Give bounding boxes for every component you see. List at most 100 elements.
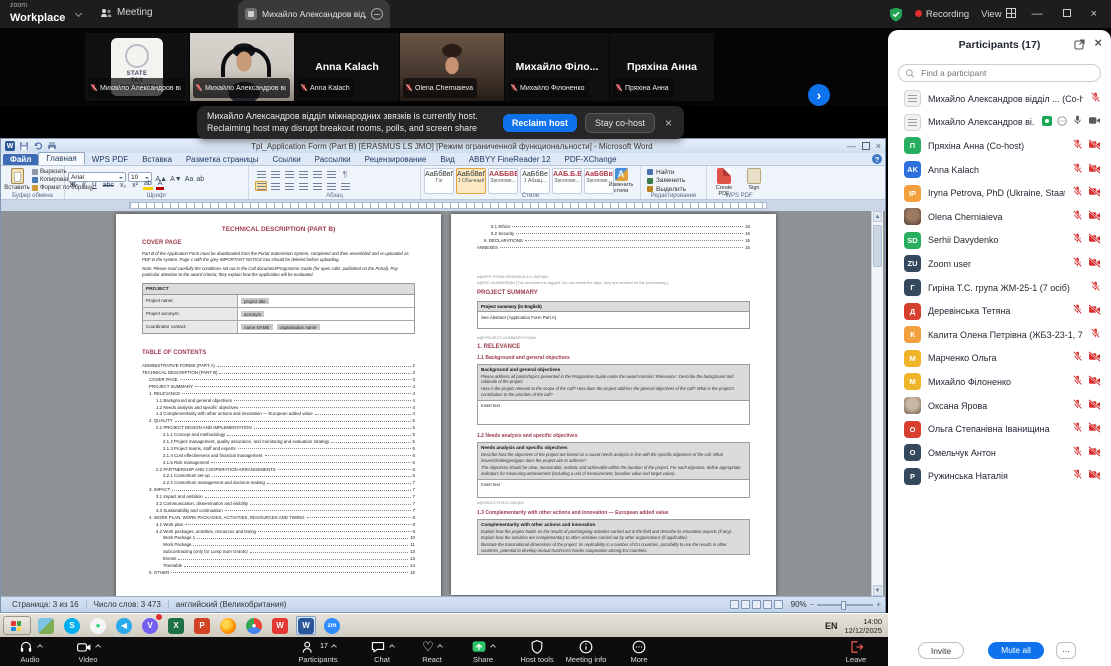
vertical-scrollbar[interactable]: ▲ ▼ (871, 211, 883, 596)
ribbon-tab-wps-pdf[interactable]: WPS PDF (85, 154, 135, 165)
zoom-percent[interactable]: 90% (791, 600, 807, 609)
participant-row[interactable]: ММихайло Філоненко (888, 370, 1111, 394)
taskbar-wps[interactable]: W (270, 616, 290, 635)
zoom-in-button[interactable]: + (876, 600, 881, 609)
participant-row[interactable]: ГГиріна Т.С. група ЖМ-25-1 (7 осіб) (888, 276, 1111, 300)
chevron-up-icon[interactable] (95, 644, 101, 650)
participants-button[interactable]: 17Participants (286, 639, 350, 664)
font-tool-icon[interactable]: Ж (68, 182, 77, 189)
banner-close-icon[interactable]: × (663, 116, 674, 130)
view-full-screen-button[interactable] (741, 600, 750, 609)
video-tile[interactable]: Olena Cherniaieva (400, 33, 504, 101)
numbering-icon[interactable] (269, 169, 281, 179)
video-tile[interactable]: Михайло Александров відділ мі... (190, 33, 294, 101)
scroll-up-icon[interactable]: ▲ (873, 211, 882, 222)
minus-circle-icon[interactable] (371, 8, 383, 20)
video-tile[interactable]: Пряхіна АннаПряхіна Анна (610, 33, 714, 101)
page-left[interactable]: TECHNICAL DESCRIPTION (PART B) COVER PAG… (116, 214, 441, 596)
ribbon-tab-file[interactable]: Файл (3, 154, 38, 165)
ribbon-tab-view[interactable]: Вид (433, 154, 461, 165)
participant-row[interactable]: ККалита Олена Петрівна (ЖБЗ-23-1, 7 осіб… (888, 323, 1111, 347)
chevron-up-icon[interactable] (389, 644, 395, 650)
print-icon[interactable] (47, 141, 57, 151)
ribbon-tab-home[interactable]: Главная (38, 152, 84, 165)
zoom-slider-thumb[interactable] (841, 601, 846, 610)
taskbar-word[interactable]: W (296, 616, 316, 635)
mute-all-button[interactable]: Mute all (988, 642, 1044, 659)
font-tool-icon[interactable]: x² (131, 182, 140, 189)
font-tool-icon[interactable]: Ч (90, 182, 98, 189)
pop-out-icon[interactable] (1074, 39, 1085, 50)
ribbon-tab-insert[interactable]: Вставка (135, 154, 179, 165)
paste-button[interactable]: Вставить (4, 168, 30, 191)
editing-item[interactable]: Заменить (647, 177, 686, 186)
ribbon-tab-page-layout[interactable]: Разметка страницы (179, 154, 266, 165)
participant-row[interactable]: SDSerhii Davydenko (888, 229, 1111, 253)
field-value[interactable]: organisation name (277, 324, 320, 330)
style-gallery-item[interactable]: ААБ.Б.ВЕЗаголово... (552, 168, 582, 194)
chevron-down-icon[interactable] (75, 10, 82, 17)
font-tool-icon[interactable]: ab (195, 176, 206, 183)
close-button[interactable]: × (1087, 8, 1101, 20)
view-outline-button[interactable] (763, 600, 772, 609)
leave-button[interactable]: Leave (824, 639, 888, 664)
participant-search[interactable] (898, 64, 1101, 82)
taskbar-whatsapp[interactable]: ● (88, 616, 108, 635)
font-tool-icon[interactable]: А (156, 180, 164, 190)
font-tool-icon[interactable]: x₂ (118, 182, 127, 189)
ruler[interactable] (1, 200, 885, 211)
panel-close-icon[interactable]: × (1094, 35, 1102, 50)
font-tool-icon[interactable]: А▼ (169, 176, 184, 183)
more-options-button[interactable]: ... (1056, 642, 1076, 659)
style-gallery-item[interactable]: АаБбВвГгТэг (424, 168, 454, 194)
borders-icon[interactable] (339, 181, 351, 191)
font-tool-icon[interactable]: ab (143, 180, 154, 190)
ribbon-tab-abbyy[interactable]: ABBYY FineReader 12 (462, 154, 558, 165)
chevron-up-icon[interactable] (490, 644, 496, 650)
question-box[interactable]: Needs analysis and specific objectives D… (477, 442, 750, 498)
word-maximize-button[interactable] (862, 142, 870, 150)
ribbon-tab-review[interactable]: Рецензирование (358, 154, 434, 165)
project-table[interactable]: PROJECT Project name: project title Proj… (142, 283, 415, 334)
font-tool-icon[interactable]: К (80, 182, 87, 189)
taskbar-chrome[interactable]: ● (244, 616, 264, 635)
participant-row[interactable]: IPIryna Petrova, PhD (Ukraine, Staatlich… (888, 181, 1111, 205)
insert-text-field[interactable]: Insert text (478, 479, 749, 497)
status-page[interactable]: Страница: 3 из 16 (5, 600, 87, 609)
maximize-button[interactable] (1059, 8, 1075, 20)
line-spacing-icon[interactable] (311, 181, 323, 191)
word-logo-icon[interactable]: W (5, 141, 15, 151)
stay-co-host-button[interactable]: Stay co-host (585, 113, 655, 133)
clock[interactable]: 14:00 12/12/2025 (844, 617, 882, 635)
participant-row[interactable]: Оксана Ярова (888, 394, 1111, 418)
participant-row[interactable]: ООльга Степанівна Іванищина (888, 417, 1111, 441)
taskbar-zoom[interactable]: zm (322, 616, 342, 635)
style-gallery-item[interactable]: АаБбВвГ11 Обычный (456, 168, 486, 194)
participant-row[interactable]: РРужинська Наталія (888, 465, 1111, 489)
view-print-layout-button[interactable] (730, 600, 739, 609)
taskbar-powerpoint[interactable]: P (192, 616, 212, 635)
ribbon-tab-mailings[interactable]: Рассылки (308, 154, 358, 165)
zoom-workplace-logo[interactable]: zoom Workplace (10, 2, 65, 26)
bullets-icon[interactable] (255, 169, 267, 179)
shading-icon[interactable] (325, 181, 337, 191)
editing-item[interactable]: Найти (647, 168, 686, 177)
status-words[interactable]: Число слов: 3 473 (87, 600, 169, 609)
field-value[interactable]: name NAME (241, 324, 273, 330)
align-center-icon[interactable] (269, 181, 281, 191)
participant-row[interactable]: AKAnna Kalach (888, 158, 1111, 182)
more-button[interactable]: More (607, 639, 671, 664)
align-left-icon[interactable] (255, 181, 267, 191)
help-icon[interactable]: ? (872, 154, 882, 164)
participant-row[interactable]: ООмельчук Антон (888, 441, 1111, 465)
summary-table[interactable]: Project summary (in English) See Abstrac… (477, 301, 750, 329)
audio-button[interactable]: Audio (0, 639, 62, 664)
video-tile[interactable]: STATETAXUNIVERSITYМихайло Александров ві… (85, 33, 189, 101)
justify-icon[interactable] (297, 181, 309, 191)
participant-row[interactable]: ДДеревінська Тетяна (888, 299, 1111, 323)
zoom-slider[interactable] (817, 604, 873, 606)
taskbar-skype[interactable]: S (62, 616, 82, 635)
indent-icon[interactable] (311, 169, 323, 179)
word-close-button[interactable]: × (876, 141, 881, 151)
scroll-down-icon[interactable]: ▼ (873, 585, 882, 596)
